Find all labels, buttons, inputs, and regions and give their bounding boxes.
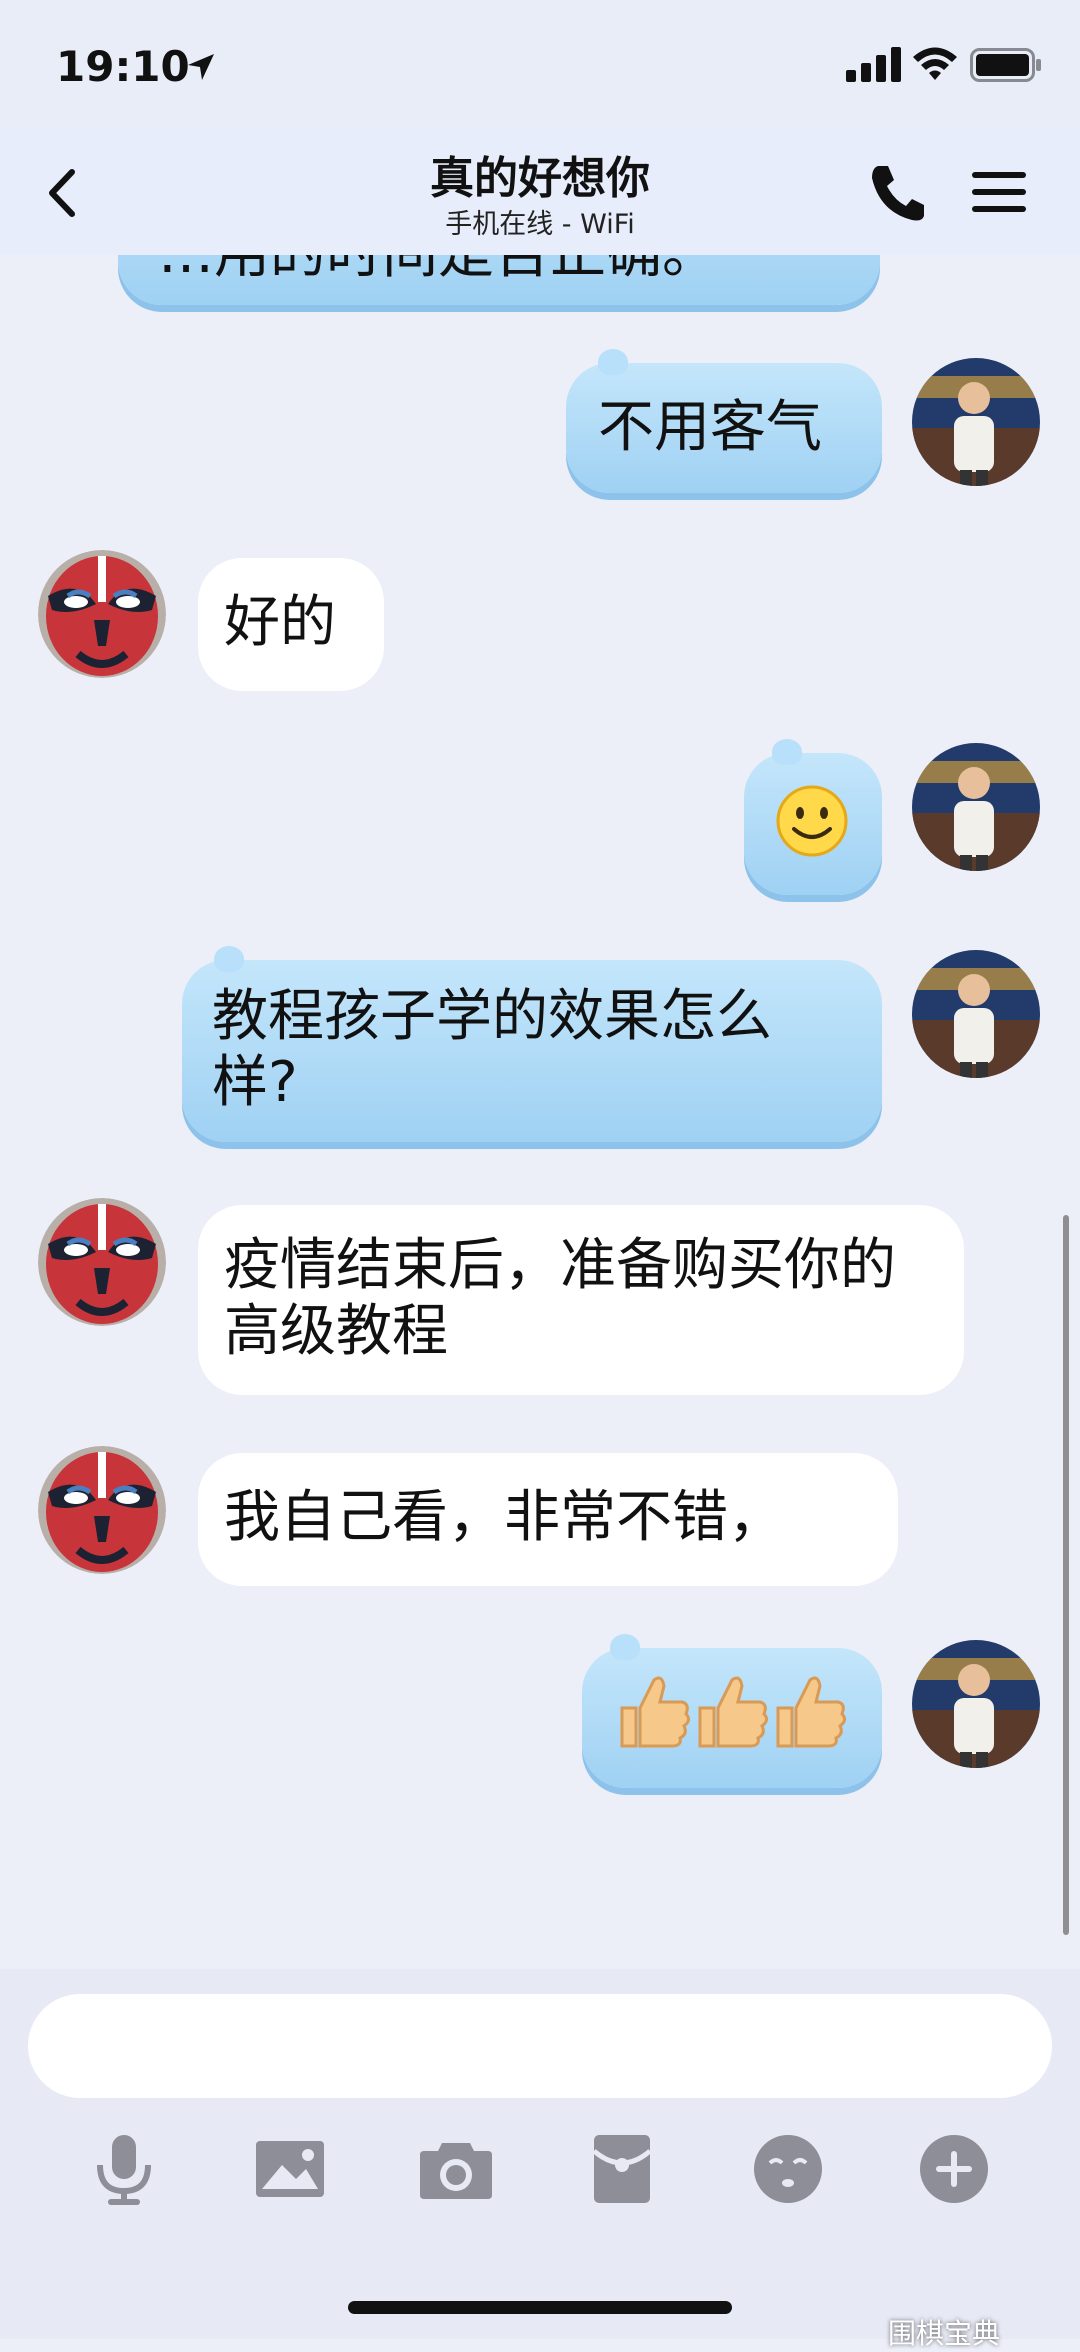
message-bubble-incoming[interactable]: 疫情结束后，准备购买你的高级教程 [198, 1205, 964, 1395]
message-bubble-incoming[interactable]: 好的 [198, 558, 384, 691]
red-packet-icon[interactable] [582, 2129, 662, 2209]
message-bubble-outgoing[interactable] [744, 739, 882, 895]
avatar-self[interactable] [912, 743, 1040, 871]
battery-icon [970, 48, 1041, 82]
avatar-self[interactable] [912, 358, 1040, 486]
message-text: 疫情结束后，准备购买你的高级教程 [224, 1233, 896, 1364]
avatar-contact[interactable] [38, 1446, 166, 1574]
signal-icon [846, 47, 901, 82]
avatar-self[interactable] [912, 1640, 1040, 1768]
chat-message-list[interactable]: …用的时间是否正确。 不用客气 [0, 255, 1080, 1969]
status-bar: 19:10 [0, 0, 1080, 130]
input-panel [0, 1969, 1080, 2339]
emoji-face-icon[interactable] [748, 2129, 828, 2209]
message-bubble-outgoing[interactable]: 教程孩子学的效果怎么样? [182, 946, 882, 1142]
avatar-contact[interactable] [38, 1198, 166, 1326]
message-bubble-outgoing[interactable]: …用的时间是否正确。 [118, 255, 880, 305]
home-indicator[interactable] [348, 2301, 732, 2314]
smile-emoji-icon [776, 785, 848, 857]
message-text: …用的时间是否正确。 [158, 255, 718, 286]
thumbs-up-emoji-icon [620, 1676, 847, 1748]
microphone-icon[interactable] [84, 2129, 164, 2209]
message-text: 教程孩子学的效果怎么样? [212, 984, 772, 1115]
location-arrow-icon [188, 54, 214, 80]
message-text: 不用客气 [598, 395, 822, 460]
message-bubble-outgoing[interactable]: 不用客气 [566, 349, 882, 493]
camera-icon[interactable] [416, 2129, 496, 2209]
chat-header: 真的好想你 手机在线 - WiFi [0, 130, 1080, 255]
message-input[interactable] [28, 1994, 1052, 2098]
image-icon[interactable] [250, 2129, 330, 2209]
avatar-self[interactable] [912, 950, 1040, 1078]
scrollbar[interactable] [1063, 1215, 1069, 1935]
message-text: 我自己看，非常不错， [224, 1485, 784, 1550]
message-bubble-outgoing[interactable] [582, 1634, 882, 1788]
avatar-contact[interactable] [38, 550, 166, 678]
watermark: 围棋宝典 [888, 2317, 1001, 2350]
status-time: 19:10 [56, 42, 190, 91]
wifi-icon [913, 47, 957, 80]
menu-icon[interactable] [966, 160, 1032, 224]
message-bubble-incoming[interactable]: 我自己看，非常不错， [198, 1453, 898, 1586]
message-text: 好的 [224, 590, 336, 655]
plus-icon[interactable] [914, 2129, 994, 2209]
phone-icon[interactable] [866, 160, 926, 224]
